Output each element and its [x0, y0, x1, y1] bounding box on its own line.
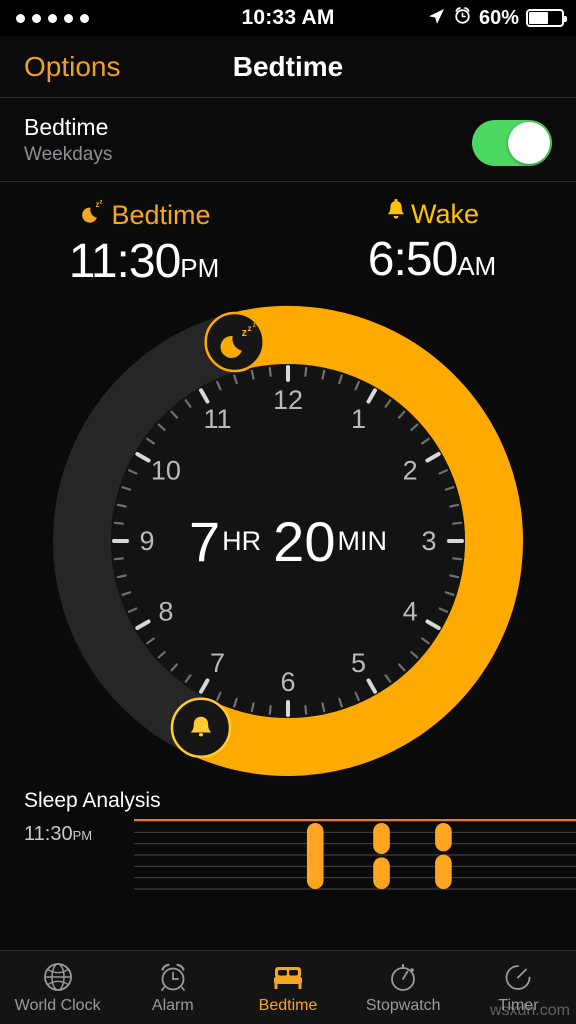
sleep-analysis-body: 11:30PM: [24, 817, 576, 891]
bedtime-screen: 10:33 AM 60% Options Bedtime Bedtime Wee…: [0, 0, 576, 1024]
svg-text:6: 6: [280, 667, 295, 697]
tab-label-stopwatch: Stopwatch: [365, 997, 441, 1014]
bedtime-summary-label: Bedtime: [111, 199, 211, 230]
sleep-analysis-start-label: 11:30PM: [24, 817, 134, 846]
analysis-start-period: PM: [72, 828, 93, 843]
alarm-clock-icon: [453, 6, 472, 30]
sleep-analysis-title: Sleep Analysis: [24, 789, 161, 812]
tab-bedtime[interactable]: Bedtime: [230, 951, 345, 1024]
analysis-start-time: 11:30: [24, 823, 73, 845]
alarm-clock-icon: [157, 960, 189, 994]
svg-text:8: 8: [158, 597, 173, 627]
svg-text:5: 5: [351, 648, 366, 678]
svg-text:z: z: [100, 200, 103, 206]
tab-alarm[interactable]: Alarm: [115, 951, 230, 1024]
battery-percent-label: 60%: [478, 6, 519, 29]
timer-icon: [502, 960, 534, 994]
navigation-bar: Options Bedtime: [0, 36, 576, 98]
sleep-dial[interactable]: 121234567891011 7HR 20MIN zzz: [50, 295, 526, 787]
tab-label-bedtime: Bedtime: [258, 997, 318, 1014]
bedtime-toggle-subtitle: Weekdays: [24, 143, 113, 165]
tab-bar: World Clock Alarm Bedtime Stopwatch Time…: [0, 950, 576, 1024]
status-bar-right: 60%: [426, 0, 567, 36]
tab-label-timer: Timer: [498, 997, 539, 1014]
wake-summary[interactable]: Wake 6:50AM: [288, 198, 576, 289]
bedtime-period: PM: [180, 253, 220, 283]
svg-text:3: 3: [421, 526, 436, 556]
toggle-knob: [508, 122, 550, 164]
bedtime-toggle-title: Bedtime: [24, 113, 109, 140]
wake-summary-label: Wake: [410, 198, 479, 229]
wake-summary-value: 6:50AM: [288, 232, 576, 287]
battery-icon: [526, 9, 567, 27]
wake-handle[interactable]: [170, 697, 232, 758]
svg-text:z: z: [253, 323, 256, 329]
bedtime-handle[interactable]: zzz: [204, 311, 265, 373]
svg-text:10: 10: [151, 456, 181, 486]
svg-text:2: 2: [403, 456, 418, 486]
tab-label-world-clock: World Clock: [14, 997, 101, 1014]
moon-zzz-icon: z z: [77, 198, 107, 232]
tab-stopwatch[interactable]: Stopwatch: [346, 951, 461, 1024]
bedtime-summary[interactable]: z z Bedtime 11:30PM: [0, 198, 288, 289]
svg-text:7: 7: [210, 648, 225, 678]
svg-text:11: 11: [203, 404, 231, 434]
wake-summary-header: Wake: [288, 198, 576, 230]
svg-text:1: 1: [351, 404, 366, 434]
page-title: Bedtime: [232, 50, 344, 82]
bedtime-toggle-text: Bedtime Weekdays: [24, 114, 112, 166]
sleep-analysis-section: Sleep Analysis 11:30PM: [0, 787, 576, 891]
svg-text:12: 12: [273, 385, 303, 415]
tab-world-clock[interactable]: World Clock: [0, 951, 115, 1024]
wake-time: 6:50: [367, 233, 458, 286]
sleep-dial-container: 12 1 2 3 4 5 6 7 8 9 10 11 7HR 20MIN zzz: [0, 295, 576, 787]
globe-icon: [42, 960, 74, 994]
svg-text:4: 4: [403, 597, 418, 627]
tab-timer[interactable]: Timer: [461, 951, 576, 1024]
stopwatch-icon: [387, 960, 419, 994]
bedtime-summary-header: z z Bedtime: [0, 198, 288, 232]
tab-label-alarm: Alarm: [151, 997, 194, 1014]
sleep-analysis-chart[interactable]: [134, 817, 576, 891]
bell-icon: [385, 198, 407, 230]
svg-text:z: z: [248, 324, 252, 333]
bedtime-toggle-switch[interactable]: [472, 120, 552, 166]
status-bar: 10:33 AM 60%: [0, 0, 576, 36]
bed-icon: [271, 960, 305, 994]
bedtime-summary-value: 11:30PM: [0, 234, 288, 289]
bedtime-time: 11:30: [68, 235, 182, 288]
svg-text:9: 9: [139, 526, 154, 556]
location-arrow-icon: [426, 6, 446, 31]
bedtime-toggle-row[interactable]: Bedtime Weekdays: [0, 98, 576, 182]
schedule-summary: z z Bedtime 11:30PM Wake 6:50AM: [0, 182, 576, 295]
wake-period: AM: [457, 251, 497, 281]
